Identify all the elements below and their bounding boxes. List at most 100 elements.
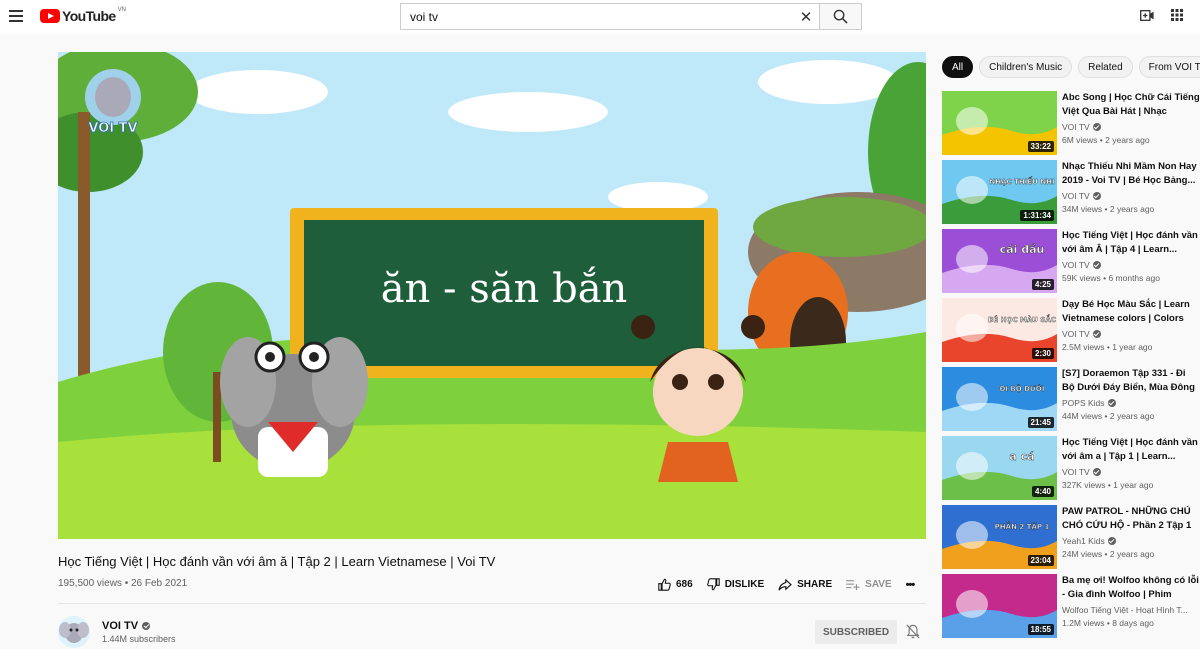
video-thumbnail[interactable]: 33:22 bbox=[942, 91, 1057, 155]
verified-badge-icon bbox=[1107, 537, 1116, 545]
elephant-icon bbox=[59, 622, 89, 643]
video-duration: 33:22 bbox=[1027, 141, 1054, 152]
video-thumbnail[interactable]: cái đầu 4:25 bbox=[942, 229, 1057, 293]
channel-label: Wolfoo Tiếng Việt - Hoạt Hình T... bbox=[1062, 605, 1188, 615]
create-video-icon[interactable] bbox=[1140, 8, 1154, 22]
recommendation-channel[interactable]: Yeah1 Kids bbox=[1062, 536, 1200, 546]
search-input[interactable] bbox=[401, 4, 793, 29]
top-bar: YouTube VN ✕ bbox=[0, 0, 1200, 34]
channel-label: VOI TV bbox=[1062, 260, 1090, 270]
recommendation-title[interactable]: PAW PATROL - NHỮNG CHÚ CHÓ CỨU HỘ - Phần… bbox=[1062, 505, 1200, 532]
recommendation-title[interactable]: [S7] Doraemon Tập 331 - Đi Bộ Dưới Đáy B… bbox=[1062, 367, 1200, 394]
voitv-watermark: VOI TV bbox=[85, 69, 141, 136]
recommendation-title[interactable]: Ba mẹ ơi! Wolfoo không có lỗi - Gia đình… bbox=[1062, 574, 1200, 601]
more-actions-button[interactable]: ••• bbox=[905, 578, 916, 591]
video-duration: 4:40 bbox=[1031, 486, 1054, 497]
dislike-label: DISLIKE bbox=[724, 579, 765, 590]
recommendation-stats: 2.5M views • 1 year ago bbox=[1062, 342, 1153, 352]
chip-all[interactable]: All bbox=[942, 56, 974, 78]
video-player[interactable]: ăn - săn bắn VOI TV bbox=[58, 52, 926, 539]
search-box: ✕ bbox=[400, 3, 820, 30]
recommendation-stats: 24M views • 2 years ago bbox=[1062, 549, 1155, 559]
youtube-play-icon bbox=[40, 9, 60, 23]
recommendation-channel[interactable]: VOI TV bbox=[1062, 260, 1200, 270]
recommendation-channel[interactable]: VOI TV bbox=[1062, 122, 1200, 132]
recommendation-item[interactable]: BÉ HỌC MÀU SẮC 2:30 Dạy Bé Học Màu Sắc | … bbox=[942, 298, 1200, 364]
thumbs-down-icon bbox=[706, 578, 720, 591]
notification-bell-icon[interactable] bbox=[906, 624, 920, 644]
recommendation-item[interactable]: PHẦN 2 TẬP 1 23:04 PAW PATROL - NHỮNG CHÚ… bbox=[942, 505, 1200, 571]
channel-label: VOI TV bbox=[1062, 467, 1090, 477]
thumbnail-text: ĐI BỘ DƯỚI bbox=[999, 384, 1044, 393]
subscribed-button[interactable]: SUBSCRIBED bbox=[815, 620, 897, 644]
like-count: 686 bbox=[676, 579, 693, 590]
video-thumbnail[interactable]: ĐI BỘ DƯỚI 21:45 bbox=[942, 367, 1057, 431]
menu-icon[interactable] bbox=[9, 10, 23, 22]
share-button[interactable]: SHARE bbox=[778, 578, 833, 591]
filter-chips: All Children's Music Related From VOI TV bbox=[942, 56, 1200, 78]
video-duration: 21:45 bbox=[1027, 417, 1054, 428]
video-thumbnail[interactable]: BÉ HỌC MÀU SẮC 2:30 bbox=[942, 298, 1057, 362]
channel-label: VOI TV bbox=[1062, 329, 1090, 339]
channel-name[interactable]: VOI TV bbox=[102, 620, 151, 632]
video-thumbnail[interactable]: PHẦN 2 TẬP 1 23:04 bbox=[942, 505, 1057, 569]
recommendation-stats: 1.2M views • 8 days ago bbox=[1062, 618, 1154, 628]
chip-from-voi-tv[interactable]: From VOI TV bbox=[1138, 56, 1200, 78]
verified-badge-icon bbox=[1092, 123, 1101, 131]
video-title: Học Tiếng Việt | Học đánh vần với âm ă |… bbox=[58, 554, 496, 569]
recommendation-channel[interactable]: VOI TV bbox=[1062, 467, 1200, 477]
recommendation-item[interactable]: 18:55 Ba mẹ ơi! Wolfoo không có lỗi - Gi… bbox=[942, 574, 1200, 640]
recommendation-item[interactable]: a cá 4:40 Học Tiếng Việt | Học đánh vần v… bbox=[942, 436, 1200, 502]
recommendation-title[interactable]: Học Tiếng Việt | Học đánh vần với âm Â |… bbox=[1062, 229, 1200, 256]
recommendation-stats: 59K views • 6 months ago bbox=[1062, 273, 1160, 283]
recommendation-title[interactable]: Nhạc Thiếu Nhi Mầm Non Hay 2019 - Voi TV… bbox=[1062, 160, 1200, 187]
channel-avatar[interactable] bbox=[58, 616, 90, 648]
share-label: SHARE bbox=[797, 579, 833, 590]
search-button[interactable] bbox=[819, 3, 862, 30]
apps-grid-icon[interactable] bbox=[1170, 8, 1184, 22]
thumbnail-text: a cá bbox=[1009, 450, 1034, 463]
like-button[interactable]: 686 bbox=[658, 578, 693, 591]
recommendation-title[interactable]: Dạy Bé Học Màu Sắc | Learn Vietnamese co… bbox=[1062, 298, 1200, 325]
video-frame: ăn - săn bắn VOI TV bbox=[58, 52, 926, 539]
chip-childrens-music[interactable]: Children's Music bbox=[979, 56, 1073, 78]
subscriber-count: 1.44M subscribers bbox=[102, 634, 176, 644]
recommendation-item[interactable]: cái đầu 4:25 Học Tiếng Việt | Học đánh vầ… bbox=[942, 229, 1200, 295]
channel-label: Yeah1 Kids bbox=[1062, 536, 1105, 546]
thumbnail-text: PHẦN 2 TẬP 1 bbox=[995, 521, 1050, 531]
dislike-button[interactable]: DISLIKE bbox=[706, 578, 765, 591]
verified-badge-icon bbox=[1092, 468, 1101, 476]
chip-related[interactable]: Related bbox=[1078, 56, 1133, 78]
video-duration: 18:55 bbox=[1027, 624, 1054, 635]
recommendation-channel[interactable]: VOI TV bbox=[1062, 191, 1200, 201]
recommendation-channel[interactable]: Wolfoo Tiếng Việt - Hoạt Hình T... bbox=[1062, 605, 1200, 615]
recommendation-stats: 6M views • 2 years ago bbox=[1062, 135, 1150, 145]
video-thumbnail[interactable]: 18:55 bbox=[942, 574, 1057, 638]
save-button[interactable]: SAVE bbox=[846, 579, 892, 591]
more-icon: ••• bbox=[905, 578, 916, 591]
thumbs-up-icon bbox=[658, 578, 671, 591]
video-thumbnail[interactable]: a cá 4:40 bbox=[942, 436, 1057, 500]
recommendation-stats: 327K views • 1 year ago bbox=[1062, 480, 1154, 490]
recommendation-title[interactable]: Học Tiếng Việt | Học đánh vần với âm a |… bbox=[1062, 436, 1200, 463]
recommendation-item[interactable]: ĐI BỘ DƯỚI 21:45 [S7] Doraemon Tập 331 - … bbox=[942, 367, 1200, 433]
video-thumbnail[interactable]: NHẠC THIẾU NHI 1:31:34 bbox=[942, 160, 1057, 224]
recommendation-stats: 44M views • 2 years ago bbox=[1062, 411, 1155, 421]
recommendation-channel[interactable]: POPS Kids bbox=[1062, 398, 1200, 408]
clear-search-icon[interactable]: ✕ bbox=[793, 8, 819, 26]
playlist-add-icon bbox=[846, 579, 860, 590]
thumbnail-text: cái đầu bbox=[1000, 243, 1045, 256]
verified-badge-icon bbox=[142, 622, 151, 630]
recommendation-channel[interactable]: VOI TV bbox=[1062, 329, 1200, 339]
recommendation-item[interactable]: 33:22 Abc Song | Học Chữ Cái Tiếng Việt … bbox=[942, 91, 1200, 157]
chalkboard-text: ăn - săn bắn bbox=[381, 266, 628, 312]
recommendation-title[interactable]: Abc Song | Học Chữ Cái Tiếng Việt Qua Bà… bbox=[1062, 91, 1200, 118]
verified-badge-icon bbox=[1092, 261, 1101, 269]
country-code: VN bbox=[117, 7, 126, 13]
youtube-logo[interactable]: YouTube VN bbox=[40, 7, 126, 24]
search-icon bbox=[833, 9, 848, 24]
verified-badge-icon bbox=[1092, 192, 1101, 200]
video-duration: 1:31:34 bbox=[1020, 210, 1054, 221]
recommendation-item[interactable]: NHẠC THIẾU NHI 1:31:34 Nhạc Thiếu Nhi Mầm… bbox=[942, 160, 1200, 226]
video-duration: 2:30 bbox=[1031, 348, 1054, 359]
